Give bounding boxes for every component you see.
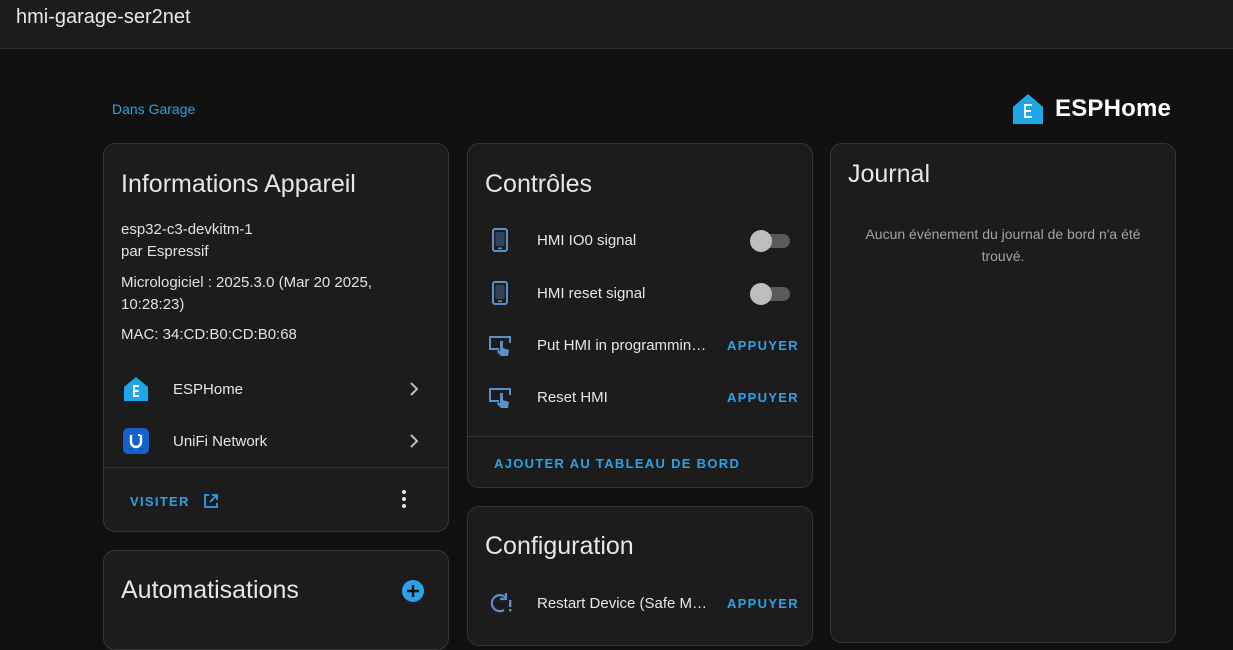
control-label: Put HMI in programmin… — [537, 336, 707, 354]
configuration-card: Configuration Restart Device (Safe M… AP… — [467, 506, 813, 646]
control-row-programming: Put HMI in programmin… APPUYER — [468, 319, 812, 371]
control-label: HMI reset signal — [537, 284, 646, 302]
integration-label: ESPHome — [173, 380, 244, 398]
esphome-icon — [124, 377, 148, 401]
journal-empty-line-2: trouvé. — [981, 248, 1025, 264]
integration-row-esphome[interactable]: ESPHome — [104, 363, 448, 415]
device-model: esp32-c3-devkitm-1 — [121, 221, 253, 238]
add-automation-icon[interactable] — [401, 579, 425, 603]
control-label: Reset HMI — [537, 388, 608, 406]
controls-title: Contrôles — [485, 170, 592, 198]
visit-label: VISITER — [130, 493, 190, 509]
press-reset-hmi-button[interactable]: APPUYER — [727, 390, 799, 405]
mac-address: MAC: 34:CD:B0:CD:B0:68 — [121, 326, 297, 343]
area-link[interactable]: Dans Garage — [112, 101, 195, 117]
integration-label: UniFi Network — [173, 432, 268, 450]
control-row-hmi-io0: HMI IO0 signal — [468, 214, 812, 266]
restart-alert-icon — [490, 593, 512, 613]
cellphone-icon — [492, 228, 508, 252]
add-to-dashboard-button[interactable]: AJOUTER AU TABLEAU DE BORD — [494, 456, 740, 471]
config-row-restart: Restart Device (Safe M… APPUYER — [468, 577, 812, 629]
brand-name: ESPHome — [1055, 95, 1172, 122]
chevron-right-icon — [410, 434, 419, 448]
press-restart-button[interactable]: APPUYER — [727, 596, 799, 611]
automations-title: Automatisations — [121, 576, 299, 604]
open-in-new-icon — [203, 494, 218, 508]
hmi-reset-switch[interactable] — [750, 282, 790, 305]
visit-button[interactable]: VISITER — [130, 492, 220, 510]
hmi-io0-switch[interactable] — [750, 229, 790, 252]
control-row-reset-hmi: Reset HMI APPUYER — [468, 371, 812, 423]
card-actions-divider — [104, 467, 448, 468]
journal-card: Journal Aucun événement du journal de bo… — [830, 143, 1176, 643]
firmware-line-1: Micrologiciel : 2025.3.0 (Mar 20 2025, — [121, 274, 372, 291]
esphome-brand-logo: ESPHome — [1011, 92, 1171, 126]
automations-card: Automatisations — [103, 550, 449, 650]
switch-thumb — [750, 230, 772, 252]
gesture-tap-button-icon — [489, 336, 511, 356]
control-label: HMI IO0 signal — [537, 231, 637, 249]
gesture-tap-button-icon — [489, 388, 511, 408]
cellphone-icon — [492, 281, 508, 305]
more-options-icon[interactable] — [392, 487, 416, 511]
control-row-hmi-reset: HMI reset signal — [468, 267, 812, 319]
unifi-icon — [123, 428, 149, 454]
press-programming-button[interactable]: APPUYER — [727, 338, 799, 353]
integration-row-unifi[interactable]: UniFi Network — [104, 415, 448, 467]
esphome-logo-icon — [1013, 94, 1043, 124]
device-info-card: Informations Appareil esp32-c3-devkitm-1… — [103, 143, 449, 532]
journal-empty-line-1: Aucun événement du journal de bord n'a é… — [865, 226, 1141, 242]
top-app-bar: hmi-garage-ser2net — [0, 0, 1233, 49]
control-label: Restart Device (Safe M… — [537, 594, 708, 612]
firmware-line-2: 10:28:23) — [121, 296, 185, 313]
configuration-title: Configuration — [485, 532, 634, 560]
device-manufacturer: par Espressif — [121, 243, 209, 260]
card-actions-divider — [468, 436, 812, 437]
chevron-right-icon — [410, 382, 419, 396]
controls-card: Contrôles HMI IO0 signal HMI reset signa… — [467, 143, 813, 488]
journal-title: Journal — [848, 160, 930, 188]
device-info-title: Informations Appareil — [121, 170, 356, 198]
switch-thumb — [750, 283, 772, 305]
page-title: hmi-garage-ser2net — [16, 6, 191, 28]
